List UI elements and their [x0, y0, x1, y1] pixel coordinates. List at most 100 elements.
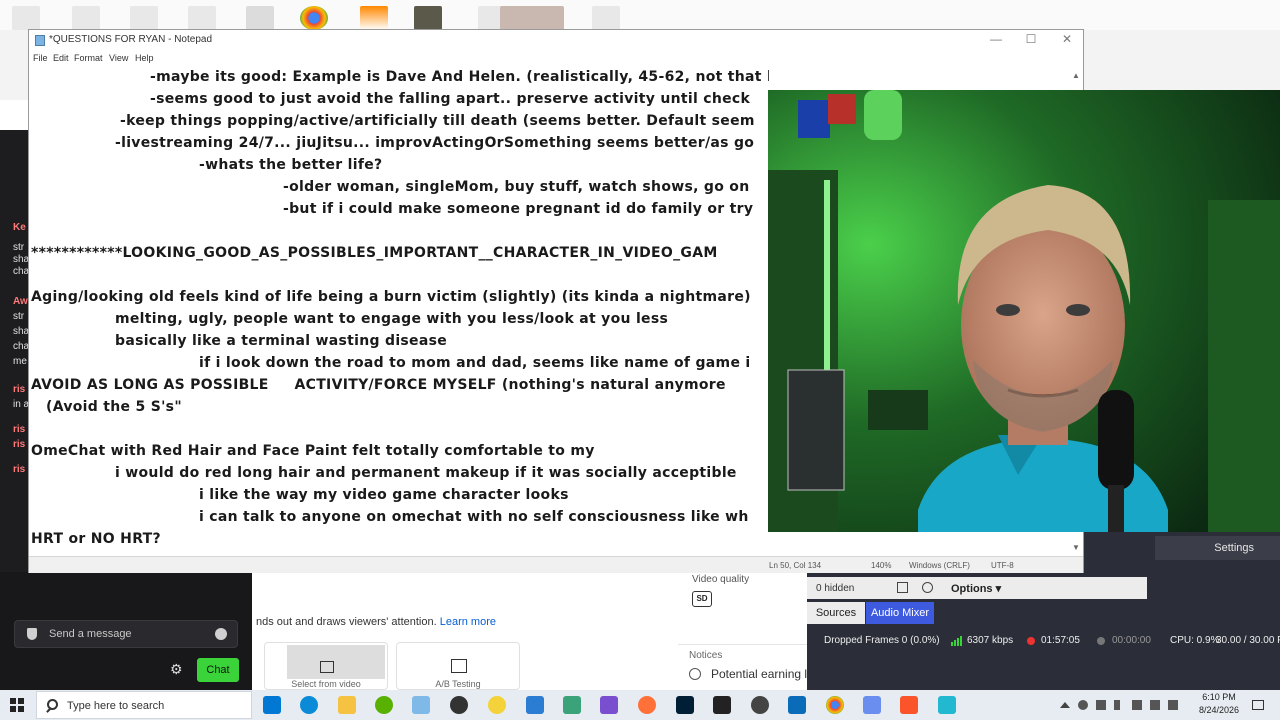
chevron-down-icon: ▾: [995, 583, 1002, 595]
desktop-game-icon[interactable]: [414, 6, 442, 30]
firefox-icon[interactable]: [638, 696, 656, 714]
edge-icon[interactable]: [300, 696, 318, 714]
chat-message-fragment: in a: [13, 399, 30, 410]
window-title: *QUESTIONS FOR RYAN - Notepad: [49, 34, 213, 45]
notification-icon[interactable]: [1252, 700, 1264, 710]
text-line: AVOID AS LONG AS POSSIBLE ACTIVITY/FORCE…: [31, 377, 726, 393]
app-icon[interactable]: [863, 696, 881, 714]
menu-view[interactable]: View: [109, 53, 128, 63]
maximize-icon[interactable]: ☐: [1024, 32, 1038, 46]
cpu-usage: CPU: 0.9%: [1170, 635, 1220, 646]
app-icon[interactable]: [375, 696, 393, 714]
text-line: -seems good to just avoid the falling ap…: [150, 91, 751, 107]
menu-format[interactable]: Format: [74, 53, 103, 63]
sd-quality-badge: SD: [692, 591, 712, 607]
thumbnail-preview: [287, 645, 385, 679]
layout-icon[interactable]: [897, 582, 908, 593]
desktop-file-icon[interactable]: [188, 6, 216, 30]
text-line: if i look down the road to mom and dad, …: [199, 355, 751, 371]
text-line: -whats the better life?: [199, 157, 383, 173]
text-line: -livestreaming 24/7... jiuJitsu... impro…: [115, 135, 755, 151]
notepad-taskbar-icon[interactable]: [412, 696, 430, 714]
clock-date[interactable]: 8/24/2026: [1195, 705, 1243, 715]
clock-time[interactable]: 6:10 PM: [1195, 692, 1243, 702]
tray-app-icon[interactable]: [1078, 700, 1088, 710]
thumbnail-select-from-video[interactable]: Select from video: [264, 642, 388, 690]
obs-taskbar-icon[interactable]: [450, 696, 468, 714]
notepad-titlebar[interactable]: *QUESTIONS FOR RYAN - Notepad — ☐ ✕: [29, 30, 1083, 51]
desktop-file-icon[interactable]: [592, 6, 620, 30]
thumbnail-caption: Select from video: [291, 679, 361, 689]
tab-sources[interactable]: Sources: [807, 602, 865, 624]
encoding: UTF-8: [991, 561, 1014, 570]
desktop-file-icon[interactable]: [12, 6, 40, 30]
desktop-file-icon[interactable]: [130, 6, 158, 30]
windows-start-icon[interactable]: [10, 698, 24, 712]
text-line: -maybe its good: Example is Dave And Hel…: [150, 69, 769, 85]
settings-icon[interactable]: [922, 582, 933, 593]
tab-audio-mixer[interactable]: Audio Mixer: [866, 602, 934, 624]
gear-icon[interactable]: ⚙: [170, 662, 184, 676]
signal-bars-icon: [951, 636, 962, 646]
thumbnail-help-text: nds out and draws viewers' attention. Le…: [256, 616, 496, 628]
chat-header-strip: [0, 100, 28, 130]
scroll-up-icon[interactable]: ▲: [1072, 71, 1080, 80]
document-icon[interactable]: [526, 696, 544, 714]
desktop-file-icon[interactable]: [246, 6, 274, 30]
desktop-image-icon[interactable]: [500, 6, 564, 30]
minimize-icon[interactable]: —: [989, 32, 1003, 46]
app-icon[interactable]: [600, 696, 618, 714]
fps: 30.00 / 30.00 F: [1216, 635, 1280, 646]
volume-icon[interactable]: [1168, 700, 1178, 710]
network-icon[interactable]: [1150, 700, 1160, 710]
usb-icon[interactable]: [1114, 700, 1120, 710]
menu-edit[interactable]: Edit: [53, 53, 69, 63]
chat-message-fragment: me: [13, 356, 27, 367]
chat-message-fragment: str: [13, 242, 25, 253]
thumbnail-ab-testing[interactable]: A/B Testing: [396, 642, 520, 690]
davinci-icon[interactable]: [713, 696, 731, 714]
menu-help[interactable]: Help: [135, 53, 154, 63]
text-line: -older woman, singleMom, buy stuff, watc…: [283, 179, 750, 195]
brave-icon[interactable]: [900, 696, 918, 714]
vlc-icon[interactable]: [360, 6, 388, 30]
learn-more-link[interactable]: Learn more: [440, 616, 496, 628]
chat-send-button[interactable]: Chat: [197, 658, 239, 682]
text-editor[interactable]: -maybe its good: Example is Dave And Hel…: [29, 67, 769, 556]
photoshop-icon[interactable]: [676, 696, 694, 714]
chat-message-input[interactable]: Send a message: [14, 620, 238, 648]
chat-message-fragment: ris: [13, 439, 26, 450]
chat-message-fragment: ris: [13, 424, 26, 435]
options-dropdown[interactable]: Options ▾: [951, 582, 1001, 595]
app-icon[interactable]: [751, 696, 769, 714]
menu-file[interactable]: File: [33, 53, 48, 63]
dropped-frames: Dropped Frames 0 (0.0%): [824, 635, 940, 646]
webcam-overlay: [768, 90, 1280, 532]
obs-settings-button[interactable]: Settings: [1155, 536, 1280, 560]
tray-app-icon[interactable]: [1132, 700, 1142, 710]
lightbulb-icon[interactable]: [488, 696, 506, 714]
hidden-count: 0 hidden: [816, 583, 855, 594]
record-indicator-icon: [1097, 637, 1105, 645]
file-explorer-icon[interactable]: [338, 696, 356, 714]
taskbar-search-input[interactable]: Type here to search: [36, 691, 252, 719]
app-icon[interactable]: [788, 696, 806, 714]
app-icon[interactable]: [563, 696, 581, 714]
image-icon: [320, 661, 334, 673]
shield-icon: [27, 628, 37, 640]
scroll-down-icon[interactable]: ▼: [1072, 543, 1080, 552]
chat-message-fragment: Aw: [13, 296, 28, 307]
text-line: (Avoid the 5 S's": [46, 399, 182, 415]
emoji-icon[interactable]: [215, 628, 227, 640]
chrome-icon[interactable]: [300, 6, 328, 30]
chrome-icon[interactable]: [826, 696, 844, 714]
desktop-file-icon[interactable]: [72, 6, 100, 30]
tray-app-icon[interactable]: [1096, 700, 1106, 710]
chevron-up-icon[interactable]: [1060, 702, 1070, 708]
text-line: -keep things popping/active/artificially…: [120, 113, 755, 129]
task-view-icon[interactable]: [263, 696, 281, 714]
app-icon[interactable]: [938, 696, 956, 714]
close-icon[interactable]: ✕: [1060, 32, 1074, 46]
notices-label: Notices: [689, 650, 723, 661]
obs-status-bar: Dropped Frames 0 (0.0%) 6307 kbps 01:57:…: [807, 630, 1280, 652]
